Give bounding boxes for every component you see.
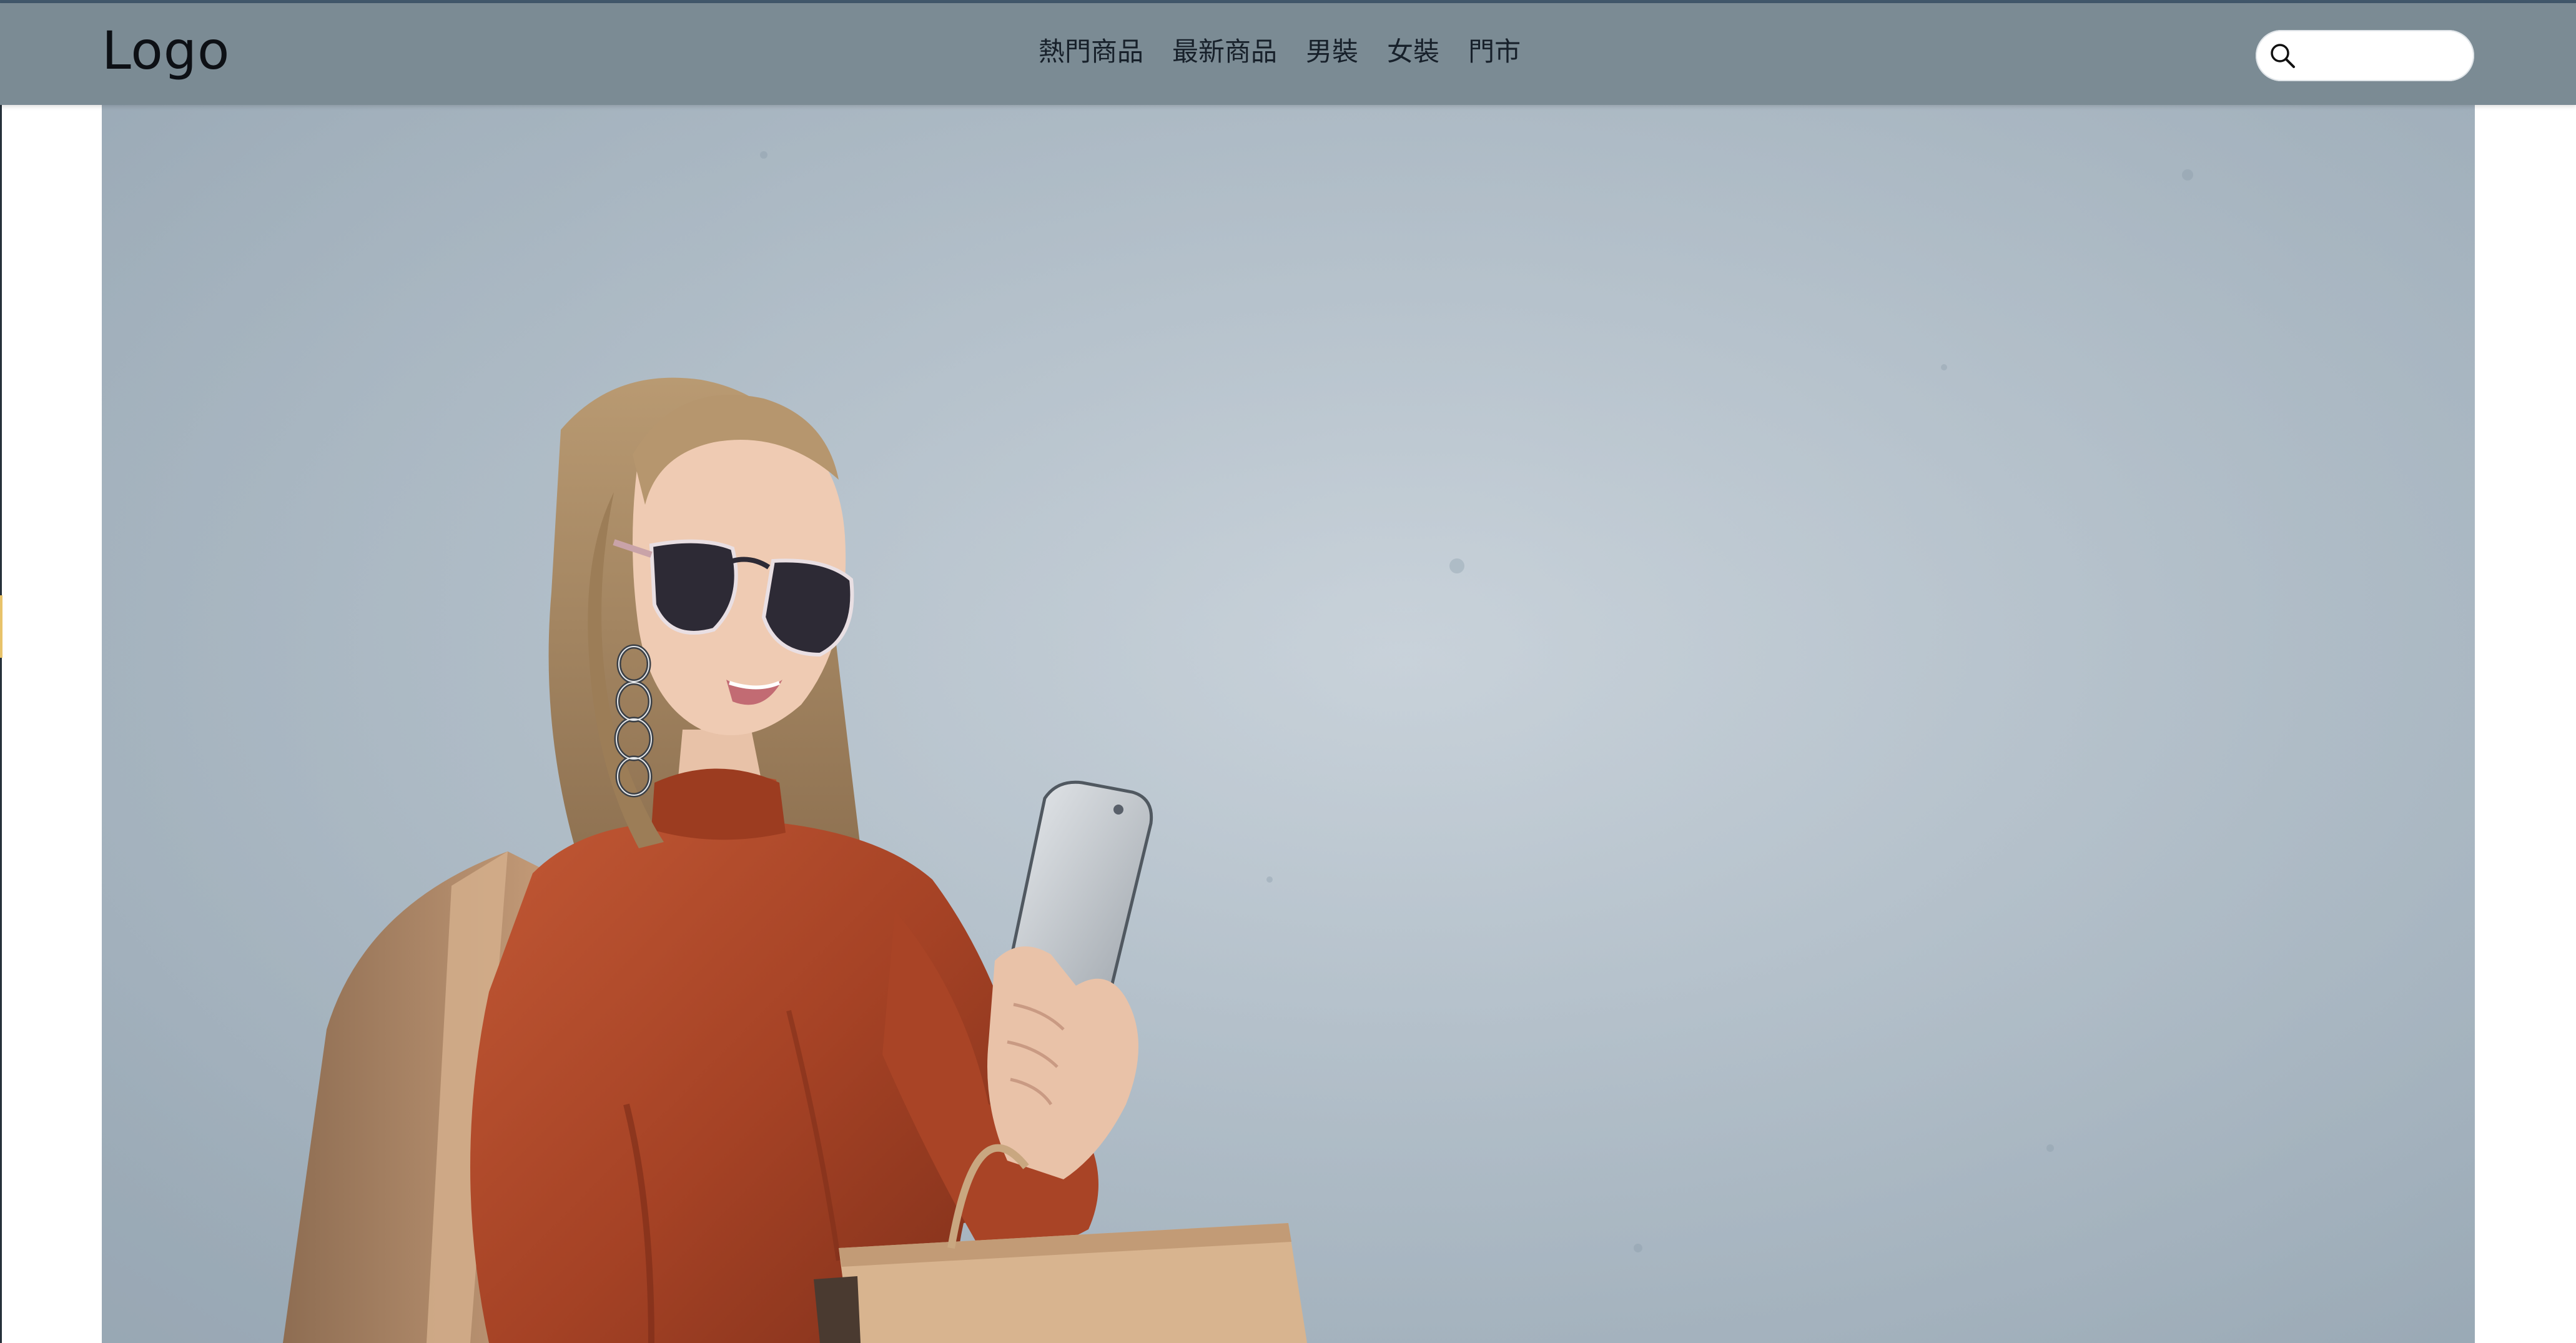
- nav-item-womenswear[interactable]: 女裝: [1387, 36, 1439, 67]
- nav-item-hot-products[interactable]: 熱門商品: [1039, 36, 1143, 67]
- search-icon[interactable]: [2268, 41, 2297, 70]
- hero-illustration: [102, 105, 2475, 1343]
- page: Logo 熱門商品 最新商品 男裝 女裝 門市: [0, 0, 2576, 1343]
- search-box[interactable]: [2256, 30, 2474, 81]
- left-border: [0, 105, 2, 1343]
- logo[interactable]: Logo: [102, 24, 230, 77]
- main-nav: 熱門商品 最新商品 男裝 女裝 門市: [1039, 36, 1521, 67]
- nav-item-new-products[interactable]: 最新商品: [1172, 36, 1277, 67]
- left-edge-marker: [0, 595, 2, 658]
- search-input[interactable]: [2304, 36, 2463, 75]
- site-header: Logo 熱門商品 最新商品 男裝 女裝 門市: [0, 3, 2576, 105]
- nav-item-menswear[interactable]: 男裝: [1306, 36, 1358, 67]
- nav-item-stores[interactable]: 門市: [1468, 36, 1521, 67]
- hero-banner-image: [102, 105, 2475, 1343]
